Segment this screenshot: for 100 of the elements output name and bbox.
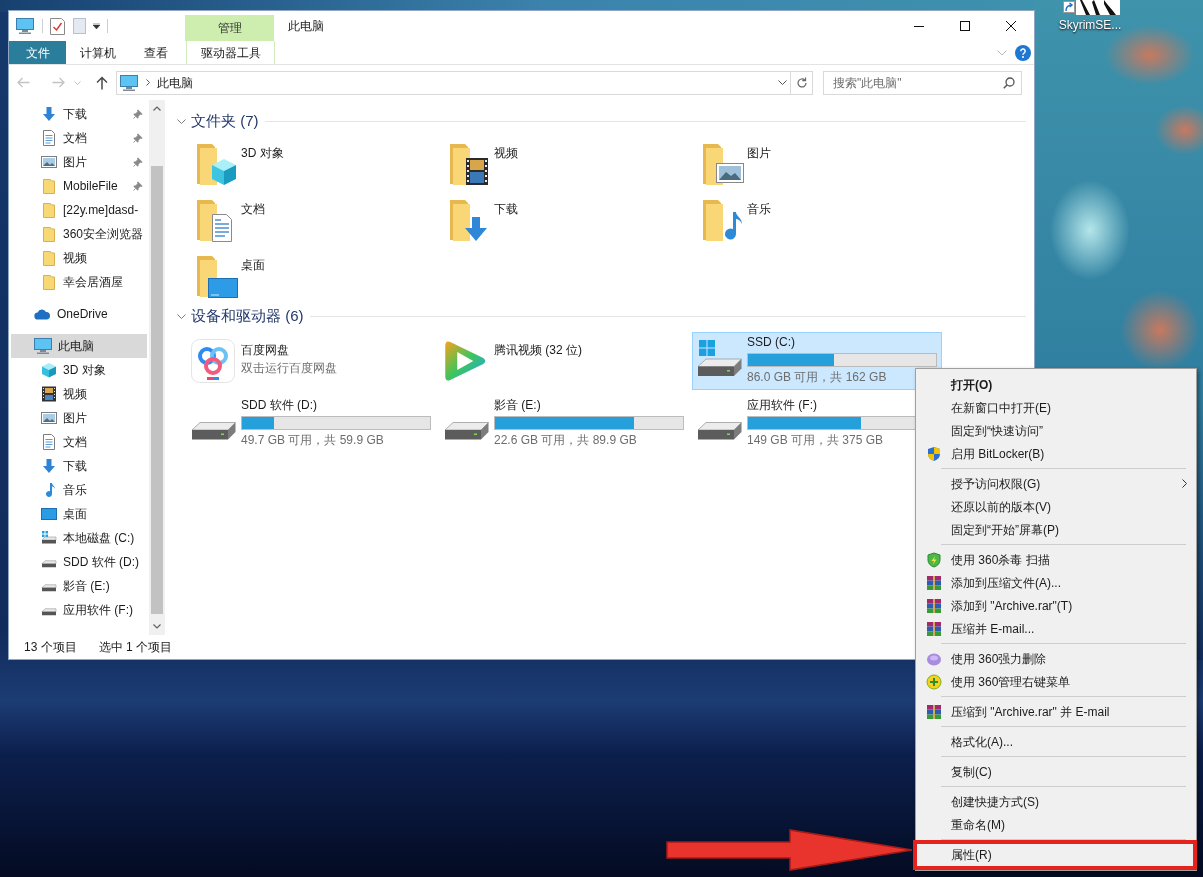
group-header[interactable]: 文件夹 (7) [177,112,259,130]
window-title: 此电脑 [288,18,324,35]
item-count: 13 个项目 [24,639,77,656]
computer-icon [120,74,138,91]
desktop-shortcut[interactable]: SkyrimSE... [1052,0,1128,32]
drive-item[interactable]: SSD (C:) 86.0 GB 可用，共 162 GB [692,332,942,390]
plus-circle-icon [926,673,942,690]
folder-item[interactable]: 桌面 [186,249,436,300]
menu-item[interactable]: 属性(R) [916,843,1196,866]
menu-item[interactable]: 启用 BitLocker(B) [916,442,1196,465]
sidebar-item[interactable]: 视频 [11,246,147,270]
menu-item[interactable]: 压缩到 "Archive.rar" 并 E-mail [916,700,1196,723]
checklist-icon[interactable] [50,17,65,35]
folder-item[interactable]: 音乐 [692,193,942,244]
sidebar-item[interactable]: 此电脑 [11,334,147,358]
folder-item[interactable]: 视频 [439,137,689,188]
sidebar-item[interactable]: 文档 [11,126,147,150]
drive-icon [41,530,57,546]
drive-icon [41,560,57,568]
sidebar-item[interactable]: 应用软件 (F:) [11,598,147,622]
sidebar-item[interactable]: 幸会居酒屋 [11,270,147,294]
ribbon-tab[interactable]: 计算机 [66,41,130,64]
screen-icon [41,506,57,522]
search-field[interactable]: 搜索"此电脑" [823,70,1022,95]
menu-item[interactable]: 使用 360管理右键菜单 [916,670,1196,693]
linked-rings-logo-icon [189,337,237,385]
drive-item[interactable]: SDD 软件 (D:) 49.7 GB 可用，共 59.9 GB [186,395,436,453]
drive-name: 应用软件 (F:) [747,398,818,413]
folder-icon [41,202,57,218]
sidebar-item[interactable]: 3D 对象 [11,358,147,382]
ribbon-tab[interactable]: 查看 [130,41,182,64]
maximize-icon [960,21,970,31]
sidebar-item[interactable]: [22y.me]dasd- [11,198,147,222]
menu-item[interactable]: 格式化(A)... [916,730,1196,753]
menu-item[interactable]: 压缩并 E-mail... [916,617,1196,640]
contextual-tab-header[interactable]: 管理 [185,15,274,41]
sidebar-item[interactable]: 桌面 [11,502,147,526]
drive-icon [443,421,489,440]
menu-item[interactable]: 添加到 "Archive.rar"(T) [916,594,1196,617]
folder-icon [41,178,57,194]
menu-item[interactable]: 在新窗口中打开(E) [916,396,1196,419]
drive-name: SSD (C:) [747,335,796,350]
drive-icon [696,340,742,377]
menu-item[interactable]: 添加到压缩文件(A)... [916,571,1196,594]
app-item[interactable]: 腾讯视频 (32 位) [439,332,689,390]
computer-icon[interactable] [16,18,34,34]
help-button[interactable] [1015,44,1031,61]
caret-down-icon [92,23,100,29]
sidebar-item[interactable]: OneDrive [11,302,147,326]
file-tab[interactable]: 文件 [9,41,66,64]
folder-item[interactable]: 下载 [439,193,689,244]
document-icon [41,434,57,450]
sidebar-item[interactable]: 下载 [11,454,147,478]
sidebar-item[interactable]: 音乐 [11,478,147,502]
app-item[interactable]: 百度网盘 双击运行百度网盘 [186,332,436,390]
folder-item[interactable]: 图片 [692,137,942,188]
drive-name: SDD 软件 (D:) [241,398,318,413]
sidebar-item[interactable]: 图片 [11,150,147,174]
menu-item[interactable]: 使用 360强力删除 [916,647,1196,670]
sidebar-item[interactable]: 影音 (E:) [11,574,147,598]
contextual-ribbon-tab[interactable]: 驱动器工具 [186,41,275,64]
group-header[interactable]: 设备和驱动器 (6) [177,307,304,325]
drive-space-text: 149 GB 可用，共 375 GB [747,433,885,448]
sidebar-item[interactable]: 文档 [11,430,147,454]
menu-item[interactable]: 还原以前的版本(V) [916,495,1196,518]
sidebar-item[interactable]: 360安全浏览器 [11,222,147,246]
sidebar-item[interactable]: 下载 [11,102,147,126]
play-logo-icon [444,340,488,382]
shield-icon [926,445,942,462]
menu-item[interactable]: 使用 360杀毒 扫描 [916,548,1196,571]
download-arrow-icon [41,106,57,122]
menu-item[interactable]: 创建快捷方式(S) [916,790,1196,813]
breadcrumb-item[interactable]: 此电脑 [157,73,193,92]
film-icon [41,386,57,402]
folder-item[interactable]: 3D 对象 [186,137,436,188]
help-icon [1015,44,1031,61]
search-icon [1003,76,1015,89]
stacked-books-icon [926,703,942,720]
folder-icon [41,250,57,266]
menu-item[interactable]: 固定到“开始”屏幕(P) [916,518,1196,541]
address-bar[interactable]: 此电脑 [116,70,791,95]
drive-icon [190,421,236,440]
sidebar-item[interactable]: 图片 [11,406,147,430]
sidebar-item[interactable]: MobileFile [11,174,147,198]
picture-icon [41,154,57,170]
sidebar-item[interactable]: 视频 [11,382,147,406]
refresh-button[interactable] [791,70,813,95]
scroll-thumb[interactable] [151,166,163,614]
menu-item[interactable]: 授予访问权限(G) [916,472,1196,495]
menu-item[interactable]: 复制(C) [916,760,1196,783]
shield-bolt-icon [926,551,942,568]
sidebar-item[interactable]: SDD 软件 (D:) [11,550,147,574]
refresh-icon [795,76,808,89]
drive-item[interactable]: 影音 (E:) 22.6 GB 可用，共 89.9 GB [439,395,689,453]
caret-down-icon [153,624,161,629]
menu-item[interactable]: 固定到“快速访问” [916,419,1196,442]
folder-icon [41,274,57,290]
menu-item[interactable]: 重命名(M) [916,813,1196,836]
folder-item[interactable]: 文档 [186,193,436,244]
sidebar-item[interactable]: 本地磁盘 (C:) [11,526,147,550]
